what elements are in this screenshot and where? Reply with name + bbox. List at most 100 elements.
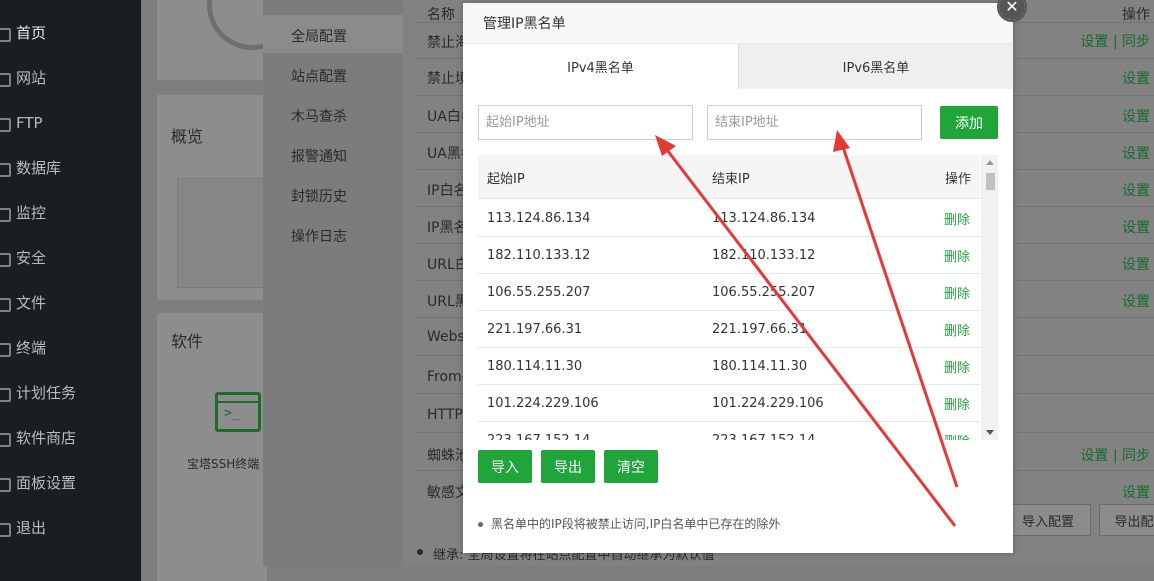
end-ip-input[interactable] [707,105,922,140]
table-header: 起始IP 结束IP 操作 [478,155,980,199]
table-row: 221.197.66.31 221.197.66.31 删除 [478,311,980,348]
panel-row-action[interactable]: 设置 [1122,254,1150,274]
shield-icon [0,251,11,267]
sidebar-item-ftp[interactable]: FTP [0,100,141,145]
add-button[interactable]: 添加 [940,106,998,139]
sidebar-item-label: FTP [16,113,43,132]
panel-row-label: HTTP [427,407,463,423]
delete-link[interactable]: 删除 [944,200,970,237]
nav-alert[interactable]: 报警通知 [291,146,347,166]
end-ip-cell: 221.197.66.31 [712,322,808,337]
database-icon [0,161,11,177]
terminal-icon [0,341,11,357]
tab-ipv6-blacklist[interactable]: IPv6黑名单 [738,44,1013,89]
sidebar-item-cron[interactable]: 计划任务 [0,370,141,415]
nav-site-config[interactable]: 站点配置 [291,66,347,86]
ssh-terminal-label[interactable]: 宝塔SSH终端 [187,455,259,472]
panel-row-label: IP黑名 [427,220,468,236]
delete-link[interactable]: 删除 [944,311,970,348]
nav-block-history[interactable]: 封锁历史 [291,186,347,206]
panel-row-action[interactable]: 设置 [1122,217,1150,237]
sidebar-item-panel-settings[interactable]: 面板设置 [0,460,141,505]
table-row: 223.167.152.14 223.167.152.14 删除 [478,422,980,440]
column-header-action: 操作 [945,171,972,187]
modal-title: 管理IP黑名单 [463,3,1013,44]
tab-ipv4-blacklist[interactable]: IPv4黑名单 [463,44,738,89]
panel-row-action[interactable]: 设置 [1122,482,1150,502]
nav-trojan-scan[interactable]: 木马查杀 [291,106,347,126]
sidebar-item-website[interactable]: 网站 [0,55,141,100]
panel-row-action[interactable]: 设置 [1122,180,1150,200]
sidebar-item-label: 面板设置 [16,474,77,492]
scroll-thumb[interactable] [986,173,995,190]
start-ip-cell: 101.224.229.106 [487,396,599,411]
add-ip-row: 添加 [478,105,998,141]
scroll-down-icon[interactable] [986,430,994,435]
sidebar-item-terminal[interactable]: 终端 [0,325,141,370]
sidebar-item-label: 退出 [16,519,47,537]
end-ip-cell: 223.167.152.14 [712,422,815,440]
export-button[interactable]: 导出 [541,450,595,483]
delete-link[interactable]: 删除 [944,385,970,422]
gear-icon [0,476,11,492]
globe-icon [0,71,11,87]
panel-row-label: From- [427,369,467,385]
sidebar-item-store[interactable]: 软件商店 [0,415,141,460]
sidebar-item-label: 安全 [16,249,47,267]
import-button[interactable]: 导入 [478,450,532,483]
scroll-up-icon[interactable] [986,160,994,165]
sidebar-item-database[interactable]: 数据库 [0,145,141,190]
sidebar-item-home[interactable]: 首页 [0,10,141,55]
export-config-button[interactable]: 导出配 [1099,504,1154,536]
end-ip-cell: 182.110.133.12 [712,248,816,263]
end-ip-cell: 101.224.229.106 [712,396,824,411]
folder-icon [0,296,11,312]
panel-row-label: IP白名 [427,183,468,199]
sidebar-item-label: 监控 [16,204,47,222]
column-header-end-ip: 结束IP [712,171,750,187]
sidebar-item-monitor[interactable]: 监控 [0,190,141,235]
sidebar-item-label: 数据库 [16,159,62,177]
sidebar-item-security[interactable]: 安全 [0,235,141,280]
panel-row-action[interactable]: 设置 | 同步 [1080,445,1150,465]
store-icon [0,431,11,447]
table-row: 113.124.86.134 113.124.86.134 删除 [478,200,980,237]
start-ip-cell: 223.167.152.14 [487,422,590,440]
delete-link[interactable]: 删除 [944,237,970,274]
bullet-icon [417,549,423,555]
clear-button[interactable]: 清空 [604,450,658,483]
start-ip-input[interactable] [478,105,693,140]
panel-row-action[interactable]: 设置 [1122,68,1150,88]
delete-link[interactable]: 删除 [944,348,970,385]
panel-row-action[interactable]: 设置 [1122,143,1150,163]
tab-bar: IPv4黑名单 IPv6黑名单 [463,44,1013,89]
nav-global-config[interactable]: 全局配置 [291,26,347,46]
sidebar-item-label: 文件 [16,294,47,312]
table-scrollbar[interactable] [981,155,998,440]
home-icon [0,26,11,42]
table-row: 182.110.133.12 182.110.133.12 删除 [478,237,980,274]
ip-table: 起始IP 结束IP 操作 113.124.86.134 113.124.86.1… [478,155,998,440]
panel-table-header-action: 操作 [1122,7,1150,23]
sidebar-item-label: 计划任务 [16,384,77,402]
delete-link[interactable]: 删除 [944,274,970,311]
sidebar-item-files[interactable]: 文件 [0,280,141,325]
sidebar-item-logout[interactable]: 退出 [0,505,141,550]
ssh-terminal-icon[interactable]: >_ [215,392,261,432]
import-config-button[interactable]: 导入配置 [1005,504,1091,536]
nav-operation-log[interactable]: 操作日志 [291,226,347,246]
sidebar-item-label: 首页 [16,24,47,42]
delete-link[interactable]: 删除 [944,422,970,440]
blacklist-note-text: 黑名单中的IP段将被禁止访问,IP白名单中已存在的除外 [491,517,781,531]
clock-icon [0,386,11,402]
start-ip-cell: 180.114.11.30 [487,359,583,374]
software-card [157,313,267,581]
overview-placeholder [177,178,267,288]
panel-row-action[interactable]: 设置 [1122,106,1150,126]
panel-row-action[interactable]: 设置 | 同步 [1080,31,1150,51]
ip-blacklist-modal: 管理IP黑名单 IPv4黑名单 IPv6黑名单 添加 起始IP 结束IP 操作 … [463,3,1013,553]
end-ip-cell: 180.114.11.30 [712,359,808,374]
monitor-icon [0,206,11,222]
panel-row-action[interactable]: 设置 [1122,291,1150,311]
overview-title: 概览 [171,127,204,146]
